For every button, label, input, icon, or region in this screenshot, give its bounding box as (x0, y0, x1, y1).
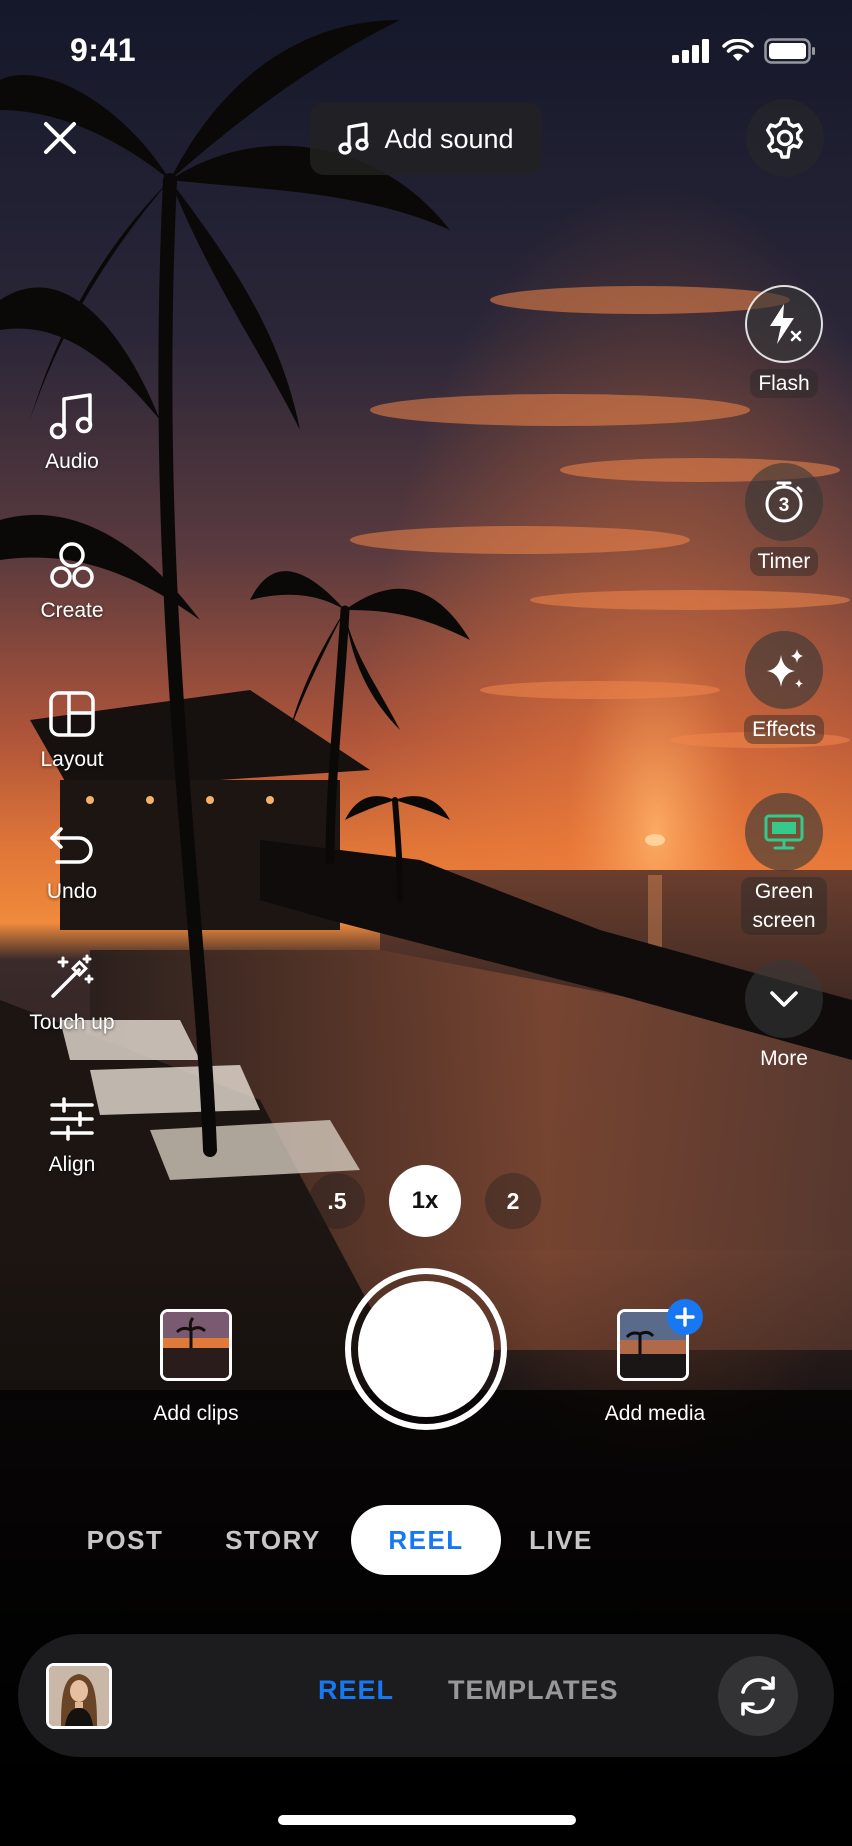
music-note-icon (44, 388, 100, 444)
music-note-icon (338, 122, 370, 155)
magic-wand-icon (44, 949, 100, 1005)
green-screen-toggle[interactable] (745, 793, 823, 871)
chevron-down-icon (770, 991, 798, 1007)
add-media-plus-badge[interactable] (667, 1299, 703, 1335)
tool-audio[interactable]: Audio (24, 388, 120, 474)
more-button[interactable]: More (734, 960, 834, 1073)
zoom-1x[interactable]: 1x (389, 1165, 461, 1237)
status-time: 9:41 (70, 32, 137, 68)
tool-undo-label: Undo (46, 880, 98, 903)
layout-icon (44, 686, 100, 742)
home-indicator (278, 1815, 576, 1825)
flash-button[interactable]: Flash (734, 285, 834, 398)
shutter-inner (358, 1281, 494, 1417)
tool-align-label: Align (48, 1153, 96, 1176)
green-screen-label: Green screen (741, 877, 827, 935)
tool-touch-up-label: Touch up (29, 1011, 115, 1034)
zoom-2[interactable]: 2 (485, 1173, 541, 1229)
flash-label: Flash (750, 369, 818, 398)
effects-toggle[interactable] (745, 631, 823, 709)
sliders-icon (44, 1091, 100, 1147)
effects-button[interactable]: Effects (734, 631, 834, 744)
timer-button[interactable]: 3 Timer (734, 463, 834, 576)
timer-value: 3 (779, 495, 790, 516)
close-button[interactable] (34, 112, 86, 164)
tool-align[interactable]: Align (24, 1091, 120, 1177)
clip-thumbnail-image (163, 1312, 229, 1378)
battery-icon (764, 38, 815, 64)
add-sound-label: Add sound (384, 123, 514, 154)
flash-off-icon (770, 304, 802, 344)
close-icon (44, 122, 76, 154)
bottom-tab-templates[interactable]: TEMPLATES (448, 1675, 619, 1706)
timer-toggle[interactable]: 3 (745, 463, 823, 541)
add-clips-label: Add clips (153, 1402, 239, 1425)
bottom-tab-reel[interactable]: REEL (318, 1675, 394, 1706)
mode-reel[interactable]: REEL (351, 1505, 501, 1575)
status-icons (672, 38, 816, 64)
timer-icon: 3 (765, 481, 803, 523)
flip-camera-button[interactable] (718, 1656, 798, 1736)
green-screen-button[interactable]: Green screen (734, 793, 834, 935)
flash-toggle[interactable] (745, 285, 823, 363)
gallery-thumbnail[interactable] (46, 1663, 112, 1729)
tool-audio-label: Audio (45, 450, 99, 473)
tool-layout-label: Layout (40, 748, 104, 771)
sparkles-icon (767, 649, 803, 688)
wifi-icon (722, 39, 754, 61)
add-sound-button[interactable]: Add sound (310, 103, 542, 175)
green-screen-icon (764, 814, 804, 850)
tool-create[interactable]: Create (24, 537, 120, 623)
undo-icon (44, 818, 100, 874)
bottom-bar (18, 1634, 834, 1757)
tool-layout[interactable]: Layout (24, 686, 120, 772)
mode-live[interactable]: LIVE (520, 1505, 602, 1575)
zoom-0.5[interactable]: .5 (309, 1173, 365, 1229)
mode-story[interactable]: STORY (212, 1505, 334, 1575)
shutter-button[interactable] (345, 1268, 507, 1430)
add-clips-thumbnail[interactable] (160, 1309, 232, 1381)
tool-touch-up[interactable]: Touch up (24, 949, 120, 1035)
more-toggle[interactable] (745, 960, 823, 1038)
plus-icon (675, 1307, 695, 1327)
flip-camera-icon (741, 1676, 775, 1716)
tool-create-label: Create (40, 599, 104, 622)
effects-label: Effects (744, 715, 824, 744)
mode-post[interactable]: POST (70, 1505, 180, 1575)
more-label: More (760, 1047, 808, 1070)
create-icon (44, 537, 100, 593)
cellular-signal-icon (672, 39, 709, 63)
gear-icon (766, 117, 803, 159)
tool-undo[interactable]: Undo (24, 818, 120, 904)
add-media-label: Add media (604, 1402, 706, 1425)
settings-button[interactable] (746, 99, 824, 177)
timer-label: Timer (749, 547, 819, 576)
gallery-thumbnail-image (49, 1666, 109, 1726)
